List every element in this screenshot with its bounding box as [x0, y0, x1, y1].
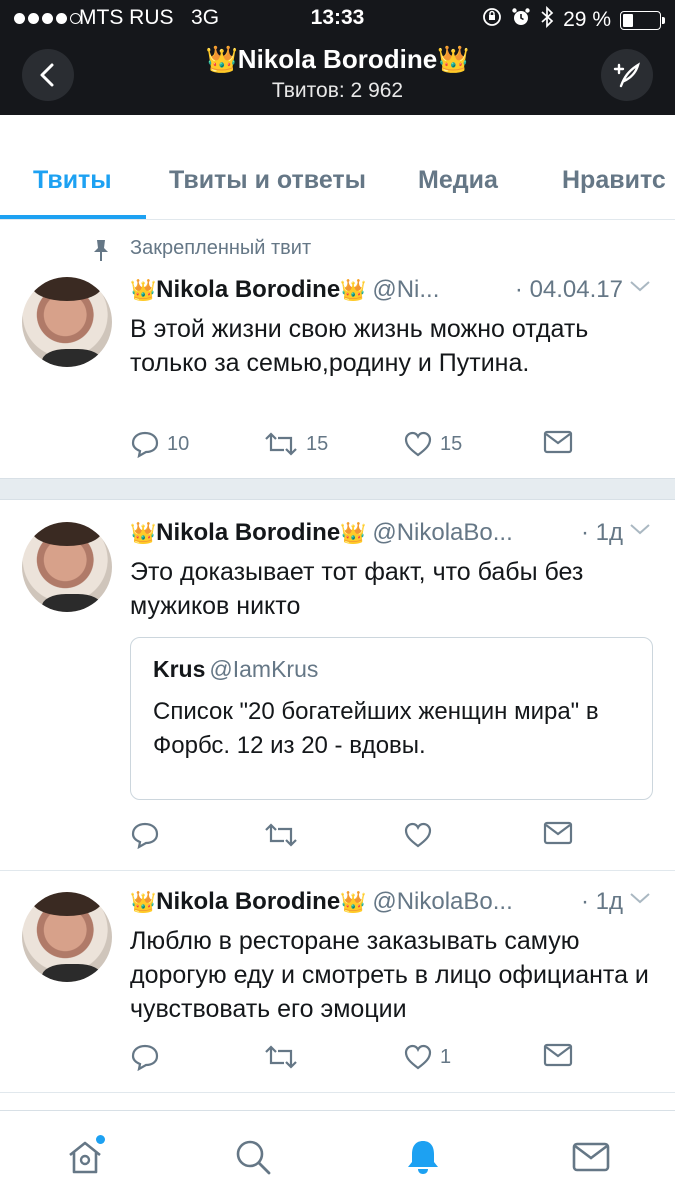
header-title-block: 👑Nikola Borodine👑 Твитов: 2 962 — [120, 44, 555, 103]
status-bar: MTS RUS 3G 13:33 29 % — [0, 0, 675, 38]
battery-percent: 29 % — [563, 8, 611, 31]
avatar[interactable] — [22, 277, 112, 367]
chevron-left-icon — [40, 63, 54, 87]
back-button[interactable] — [22, 49, 74, 101]
tweet-actions: 1 — [130, 1043, 580, 1075]
tab-tweets-and-replies[interactable]: Твиты и ответы — [169, 140, 366, 219]
retweet-icon — [265, 1045, 297, 1069]
like-button[interactable]: 1 — [403, 1043, 451, 1071]
tweet-date: · 1д — [580, 888, 623, 915]
tweet-pinned[interactable]: Закрепленный твит 👑Nikola Borodine👑 @Ni..… — [0, 221, 675, 478]
reply-count: 10 — [167, 432, 190, 455]
author-name[interactable]: 👑Nikola Borodine👑 — [130, 276, 366, 303]
direct-message-button[interactable] — [543, 430, 573, 454]
profile-header: MTS RUS 3G 13:33 29 % 👑Nikola Borodine👑 … — [0, 0, 675, 115]
envelope-icon — [543, 430, 573, 454]
chevron-down-icon[interactable] — [629, 279, 651, 293]
chevron-down-icon[interactable] — [629, 891, 651, 905]
author-name[interactable]: 👑Nikola Borodine👑 — [130, 519, 366, 546]
tweet-date: · 04.04.17 — [514, 276, 623, 303]
alarm-icon — [511, 7, 531, 33]
active-tab-indicator — [0, 215, 146, 219]
retweet-count: 15 — [306, 432, 329, 455]
tab-tweets[interactable]: Твиты — [33, 140, 112, 219]
section-divider — [0, 478, 675, 500]
bottom-tab-bar — [0, 1110, 675, 1200]
reply-icon — [131, 822, 159, 849]
tweet-with-quote[interactable]: 👑Nikola Borodine👑 @NikolaBo... · 1д Это д… — [0, 500, 675, 870]
pinned-tweet-label: Закрепленный твит — [92, 237, 311, 261]
tweet-text: В этой жизни свою жизнь можно отдать тол… — [130, 315, 589, 377]
nav-messages[interactable] — [569, 1135, 613, 1179]
avatar[interactable] — [22, 522, 112, 612]
quoted-tweet[interactable]: Krus @IamKrus Список "20 богатейших женщи… — [130, 637, 653, 800]
like-button[interactable]: 15 — [403, 430, 462, 458]
tweet-actions: 10 15 15 — [130, 430, 580, 462]
author-handle[interactable]: @NikolaBo... — [372, 519, 512, 546]
tweet-text: Люблю в ресторане заказывать самую дорог… — [130, 927, 649, 1023]
chevron-down-icon[interactable] — [629, 522, 651, 536]
like-count: 1 — [440, 1045, 452, 1068]
battery-icon — [620, 10, 665, 30]
heart-icon — [404, 431, 432, 457]
orientation-lock-icon — [482, 7, 502, 33]
quoted-tweet-text: Список "20 богатейших женщин мира" в Фор… — [153, 698, 599, 759]
like-button[interactable] — [403, 821, 440, 849]
quoted-author-name: Krus — [153, 656, 206, 682]
retweet-icon — [265, 432, 297, 456]
reply-button[interactable] — [130, 821, 167, 849]
tab-media[interactable]: Медиа — [418, 140, 498, 219]
tweet-date: · 1д — [580, 519, 623, 546]
tweet[interactable]: 👑Nikola Borodine👑 @NikolaBo... · 1д Люблю… — [0, 871, 675, 1093]
author-handle[interactable]: @NikolaBo... — [372, 888, 512, 915]
retweet-button[interactable]: 15 — [263, 430, 328, 458]
nav-search[interactable] — [231, 1135, 275, 1179]
page-title: 👑Nikola Borodine👑 — [205, 44, 470, 74]
tweet-actions — [130, 821, 580, 853]
reply-icon — [131, 431, 159, 458]
avatar[interactable] — [22, 892, 112, 982]
new-content-badge — [96, 1135, 105, 1144]
author-handle[interactable]: @Ni... — [372, 276, 439, 303]
nav-home[interactable] — [63, 1135, 107, 1179]
heart-icon — [404, 1044, 432, 1070]
retweet-icon — [265, 823, 297, 847]
tweet-divider — [0, 1092, 675, 1093]
tweet-count: Твитов: 2 962 — [271, 79, 404, 102]
pin-icon — [94, 240, 108, 261]
retweet-button[interactable] — [263, 1043, 306, 1071]
heart-icon — [404, 822, 432, 848]
envelope-icon — [543, 821, 573, 845]
profile-tabs: Твиты Твиты и ответы Медиа Нравитс — [0, 140, 675, 220]
messages-icon — [572, 1142, 610, 1172]
compose-tweet-button[interactable] — [601, 49, 653, 101]
reply-button[interactable] — [130, 1043, 167, 1071]
author-name[interactable]: 👑Nikola Borodine👑 — [130, 888, 366, 915]
direct-message-button[interactable] — [543, 1043, 573, 1067]
envelope-icon — [543, 1043, 573, 1067]
like-count: 15 — [440, 432, 463, 455]
search-icon — [236, 1140, 271, 1175]
tab-likes[interactable]: Нравитс — [562, 140, 666, 219]
quoted-author-handle: @IamKrus — [209, 656, 319, 682]
reply-icon — [131, 1044, 159, 1071]
compose-feather-icon — [613, 62, 640, 88]
nav-notifications[interactable] — [401, 1135, 445, 1179]
bluetooth-icon — [540, 5, 554, 34]
notifications-icon — [408, 1141, 438, 1174]
tweet-text: Это доказывает тот факт, что бабы без му… — [130, 558, 584, 620]
retweet-button[interactable] — [263, 821, 306, 849]
reply-button[interactable]: 10 — [130, 430, 189, 458]
direct-message-button[interactable] — [543, 821, 573, 845]
